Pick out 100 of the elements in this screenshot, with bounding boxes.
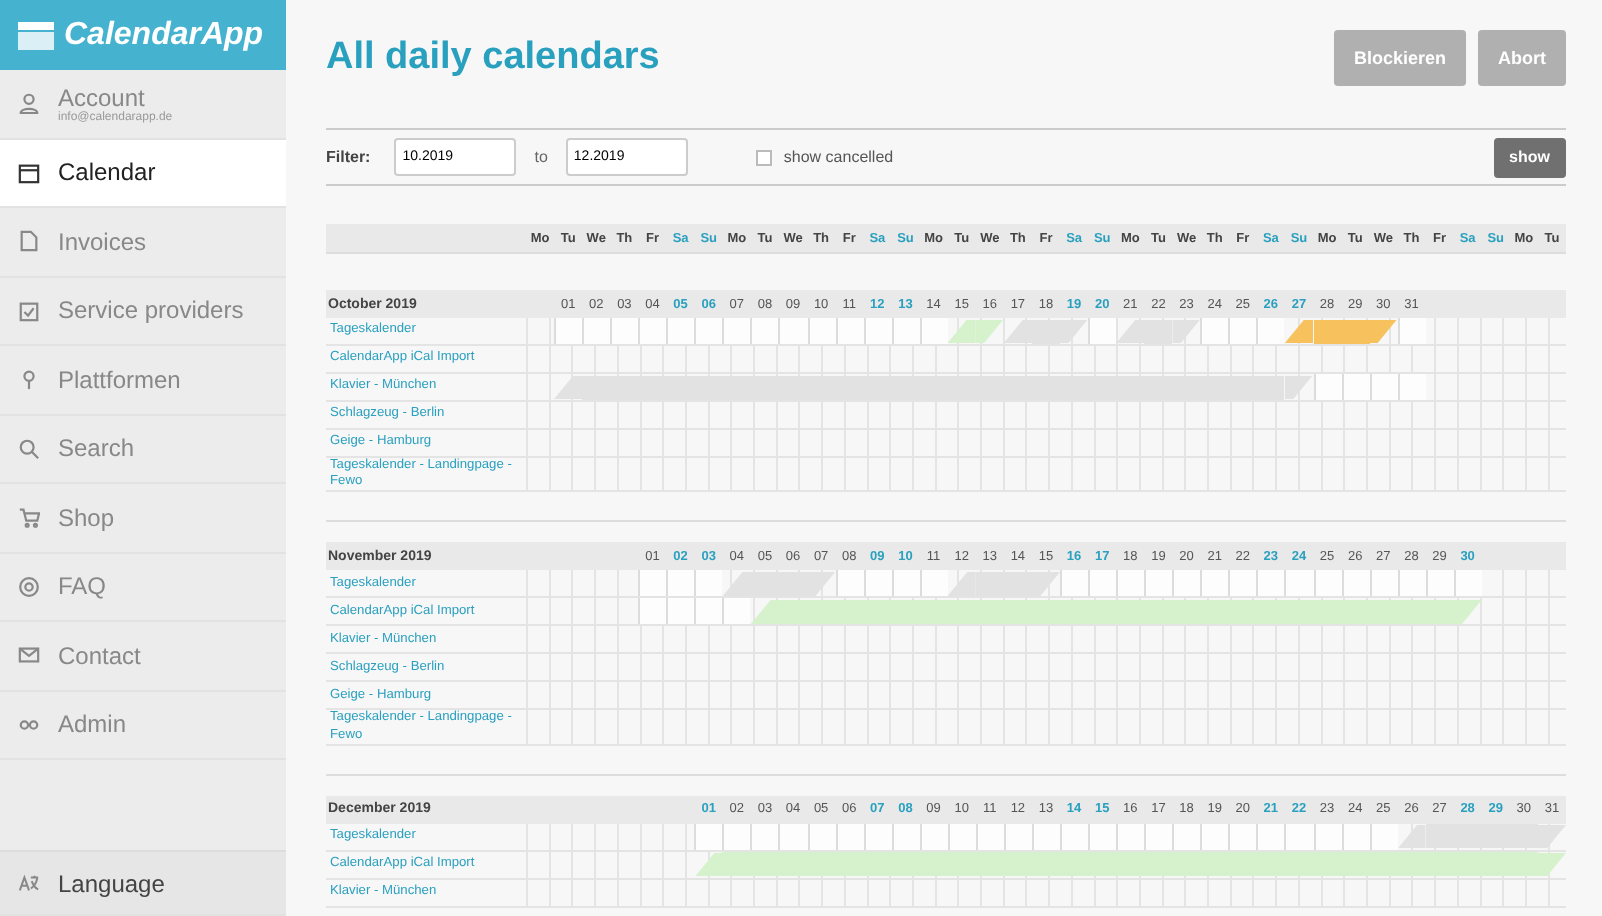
day-cell[interactable]: [1088, 570, 1117, 597]
day-cell[interactable]: [1200, 318, 1229, 344]
day-cell[interactable]: [582, 318, 611, 344]
day-cell[interactable]: [1256, 823, 1285, 850]
day-cell[interactable]: [1284, 823, 1313, 850]
day-cell[interactable]: [1341, 374, 1370, 400]
nav-label: Invoices: [58, 227, 147, 256]
day-cell[interactable]: [1172, 823, 1201, 850]
day-cell[interactable]: [722, 571, 751, 596]
action-button[interactable]: Blockieren: [1333, 30, 1466, 86]
day-cell[interactable]: [1425, 824, 1454, 849]
day-cell[interactable]: [1116, 823, 1145, 850]
nav-label: Search: [58, 434, 135, 463]
action-button[interactable]: Abort: [1478, 30, 1566, 86]
sidebar-item[interactable]: FAQ: [0, 553, 286, 622]
day-cell[interactable]: [1228, 570, 1257, 597]
day-cell[interactable]: [807, 318, 836, 344]
sidebar-item[interactable]: Contact: [0, 622, 286, 691]
day-cell[interactable]: [947, 571, 976, 596]
sidebar-item[interactable]: Service providers: [0, 277, 286, 346]
day-cell[interactable]: [863, 318, 892, 344]
day-cell[interactable]: [1284, 375, 1313, 399]
day-cell[interactable]: [722, 823, 751, 850]
day-cell[interactable]: [778, 823, 808, 850]
day-cell[interactable]: [1144, 570, 1173, 597]
day-cell[interactable]: [1284, 319, 1313, 343]
page-title: All daily calendars: [326, 36, 660, 80]
day-cell[interactable]: [891, 318, 920, 344]
day-cell[interactable]: [750, 318, 779, 344]
nav-label: Calendar: [58, 158, 156, 187]
day-cell[interactable]: [666, 598, 695, 625]
checkbox-label: show cancelled: [783, 148, 894, 166]
show-button[interactable]: show: [1493, 137, 1566, 177]
day-cell[interactable]: [694, 823, 723, 850]
day-cell[interactable]: [694, 598, 723, 625]
day-cell[interactable]: [1144, 823, 1173, 850]
day-cell[interactable]: [1397, 824, 1426, 849]
day-cell[interactable]: [1088, 823, 1117, 850]
day-cell[interactable]: [778, 318, 808, 344]
day-cell[interactable]: [891, 570, 920, 597]
day-cell[interactable]: [1397, 374, 1426, 400]
show-cancelled-checkbox[interactable]: [755, 149, 772, 165]
day-cell[interactable]: [1228, 318, 1257, 344]
day-cell[interactable]: [1003, 319, 1032, 343]
day-cell[interactable]: [1369, 374, 1398, 400]
day-cell[interactable]: [1256, 570, 1285, 597]
day-cell[interactable]: [750, 599, 779, 624]
day-cell[interactable]: [1172, 319, 1201, 343]
day-cell[interactable]: [610, 318, 639, 344]
day-cell[interactable]: [1200, 823, 1229, 850]
day-cell[interactable]: [1453, 570, 1482, 597]
day-cell[interactable]: [863, 570, 892, 597]
day-cell[interactable]: [1425, 570, 1454, 597]
day-cell[interactable]: [1172, 570, 1201, 597]
day-cell[interactable]: [947, 319, 976, 343]
day-cell[interactable]: [1228, 823, 1257, 850]
sidebar-item[interactable]: Search: [0, 415, 286, 484]
day-cell[interactable]: [1060, 319, 1089, 343]
day-cell[interactable]: [1369, 319, 1398, 343]
day-cell[interactable]: [666, 318, 695, 344]
day-cell[interactable]: [1284, 570, 1313, 597]
sidebar-item[interactable]: Calendar: [0, 139, 286, 208]
day-cell[interactable]: [694, 570, 723, 597]
day-cell[interactable]: [694, 318, 723, 344]
day-cell[interactable]: [722, 598, 751, 625]
day-cell[interactable]: [919, 570, 948, 597]
day-cell[interactable]: [554, 318, 583, 344]
day-cell[interactable]: [1088, 318, 1117, 344]
day-cell[interactable]: [1369, 570, 1398, 597]
sidebar-item[interactable]: Shop: [0, 484, 286, 553]
day-cell[interactable]: [638, 598, 667, 625]
day-cell[interactable]: [1397, 570, 1426, 597]
day-cell[interactable]: [638, 570, 667, 597]
day-cell[interactable]: [919, 318, 948, 344]
day-cell[interactable]: [1060, 570, 1089, 597]
language-item[interactable]: Language: [0, 850, 286, 916]
day-cell[interactable]: [975, 319, 1004, 343]
day-cell[interactable]: [1060, 823, 1089, 850]
sidebar-item[interactable]: Invoices: [0, 208, 286, 277]
day-cell[interactable]: [835, 570, 864, 597]
day-cell[interactable]: [750, 823, 779, 850]
day-cell[interactable]: [835, 318, 864, 344]
day-cell[interactable]: [1116, 319, 1145, 343]
sidebar-item[interactable]: Plattformen: [0, 346, 286, 415]
day-cell[interactable]: [666, 570, 695, 597]
day-cell[interactable]: [1313, 374, 1342, 400]
calendar-icon: [18, 21, 54, 49]
day-cell[interactable]: [638, 318, 667, 344]
day-cell[interactable]: [1313, 319, 1342, 343]
day-cell[interactable]: [1031, 571, 1061, 596]
day-cell[interactable]: [1200, 570, 1229, 597]
day-cell[interactable]: [807, 571, 836, 596]
day-cell[interactable]: [1397, 318, 1426, 344]
day-cell[interactable]: [1341, 570, 1370, 597]
sidebar-item[interactable]: Admin: [0, 691, 286, 760]
day-cell[interactable]: [1313, 570, 1342, 597]
day-cell[interactable]: [722, 318, 751, 344]
day-cell[interactable]: [1453, 599, 1482, 624]
day-cell[interactable]: [1116, 570, 1145, 597]
day-cell[interactable]: [1256, 318, 1285, 344]
